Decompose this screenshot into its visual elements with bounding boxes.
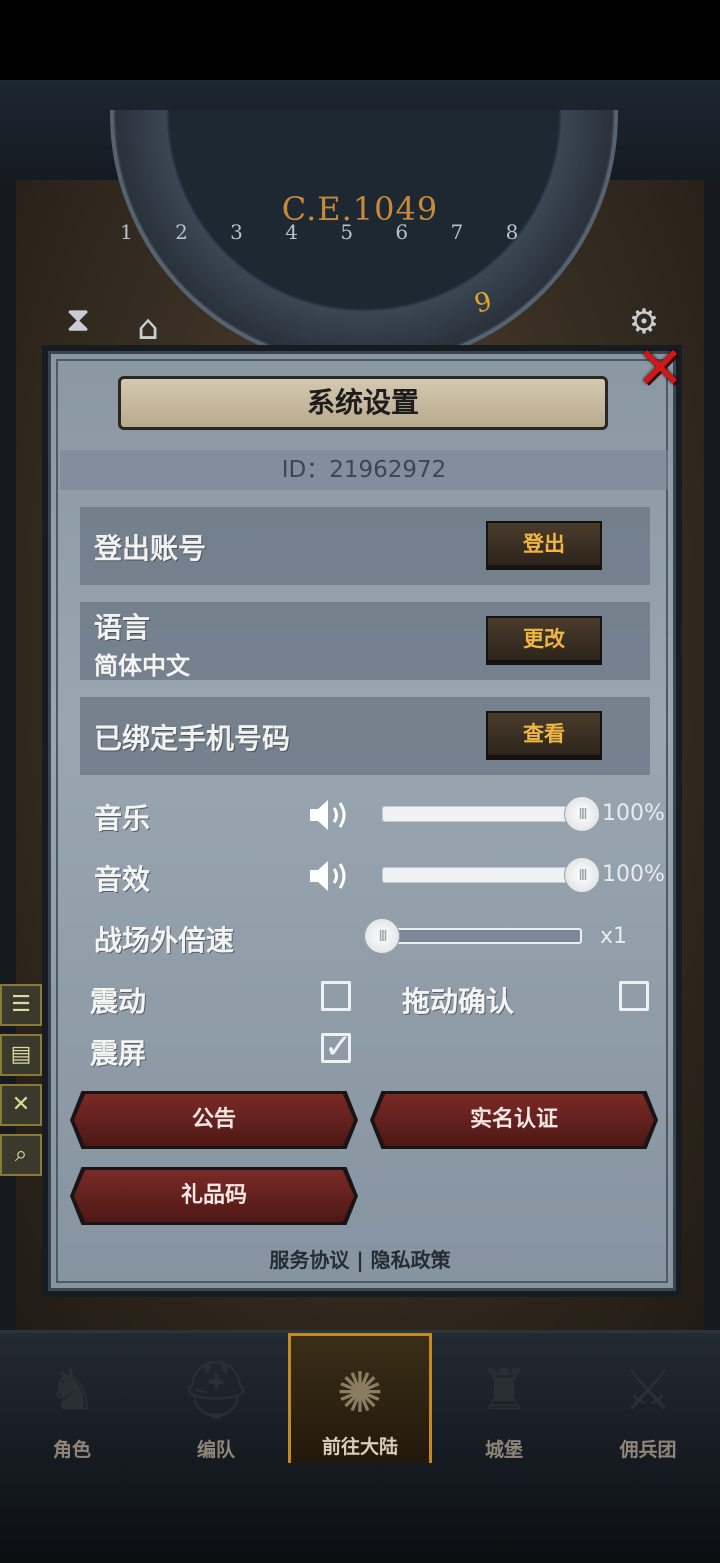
sfx-percent: 100%: [602, 862, 665, 887]
helmet-icon: ⛑: [180, 1358, 252, 1423]
search-icon[interactable]: ⌕: [0, 1134, 42, 1176]
dialog-title: 系统设置: [118, 376, 608, 430]
announcement-button[interactable]: 公告: [74, 1094, 354, 1146]
nav-label: 城堡: [484, 1439, 523, 1461]
terms-link[interactable]: 服务协议: [269, 1248, 349, 1272]
view-phone-button[interactable]: 查看: [486, 711, 602, 757]
drag-confirm-label: 拖动确认: [402, 985, 515, 1018]
speaker-icon[interactable]: [306, 856, 356, 896]
footer-links: 服务协议 | 隐私政策: [0, 1244, 720, 1273]
mercenary-icon: ⚔: [622, 1358, 674, 1423]
map-frame-right: [704, 180, 720, 1330]
speed-label: 战场外倍速: [94, 924, 235, 957]
change-language-button[interactable]: 更改: [486, 616, 602, 662]
phone-row: 已绑定手机号码 查看: [80, 697, 650, 775]
speed-value: x1: [600, 924, 628, 949]
nav-label: 角色: [52, 1439, 91, 1461]
close-icon: ✕: [635, 334, 685, 402]
knight-icon: ♞: [46, 1358, 98, 1423]
logout-row: 登出账号 登出: [80, 507, 650, 585]
music-slider[interactable]: [382, 806, 582, 822]
phone-label: 已绑定手机号码: [94, 722, 291, 755]
sfx-label: 音效: [94, 863, 151, 896]
nav-label: 佣兵团: [619, 1439, 677, 1461]
music-percent: 100%: [602, 801, 665, 826]
sfx-slider[interactable]: [382, 867, 582, 883]
nav-item-role[interactable]: ♞ 角色: [0, 1333, 144, 1466]
music-slider-thumb[interactable]: III: [564, 796, 600, 832]
nav-item-castle[interactable]: ♜ 城堡: [432, 1333, 576, 1466]
logout-button[interactable]: 登出: [486, 521, 602, 567]
nav-item-mercenary[interactable]: ⚔ 佣兵团: [576, 1333, 720, 1466]
compass-icon: ✺: [336, 1361, 384, 1426]
footer-separator: |: [356, 1248, 364, 1272]
language-value: 简体中文: [94, 652, 190, 680]
nav-label: 前往大陆: [321, 1436, 398, 1458]
map-scroll-icon[interactable]: ▤: [0, 1034, 42, 1076]
real-name-verification-button[interactable]: 实名认证: [374, 1094, 654, 1146]
vibrate-checkbox[interactable]: [321, 981, 351, 1011]
dial-ticks: 1 2 3 4 5 6 7 8: [120, 220, 537, 244]
crossed-swords-icon[interactable]: ✕: [0, 1084, 42, 1126]
bottom-nav: ♞ 角色 ⛑ 编队 ✺ 前往大陆 ♜ 城堡 ⚔ 佣兵团: [0, 1330, 720, 1466]
nav-item-team[interactable]: ⛑ 编队: [144, 1333, 288, 1466]
sfx-slider-thumb[interactable]: III: [564, 857, 600, 893]
bottom-band: [0, 1463, 720, 1563]
logout-label: 登出账号: [94, 532, 207, 565]
language-label: 语言: [94, 611, 151, 644]
status-bar: [0, 0, 720, 80]
vibrate-label: 震动: [90, 985, 147, 1018]
speed-slider-thumb[interactable]: III: [364, 918, 400, 954]
scroll-icon[interactable]: ☰: [0, 984, 42, 1026]
castle-icon: ♜: [478, 1358, 530, 1423]
speed-slider[interactable]: [382, 928, 582, 944]
shake-screen-checkbox[interactable]: ✓: [321, 1030, 353, 1064]
nav-item-continent[interactable]: ✺ 前往大陆: [288, 1333, 432, 1466]
drag-confirm-checkbox[interactable]: [619, 981, 649, 1011]
speaker-icon[interactable]: [306, 795, 356, 835]
user-id: ID：21962972: [60, 450, 668, 490]
privacy-link[interactable]: 隐私政策: [371, 1248, 451, 1272]
music-label: 音乐: [94, 802, 151, 835]
close-button[interactable]: ✕: [632, 339, 688, 398]
shake-screen-label: 震屏: [90, 1037, 147, 1070]
nav-label: 编队: [196, 1439, 235, 1461]
hourglass-icon[interactable]: ⧗: [48, 290, 108, 350]
language-row: 语言 简体中文 更改: [80, 602, 650, 680]
gift-code-button[interactable]: 礼品码: [74, 1170, 354, 1222]
